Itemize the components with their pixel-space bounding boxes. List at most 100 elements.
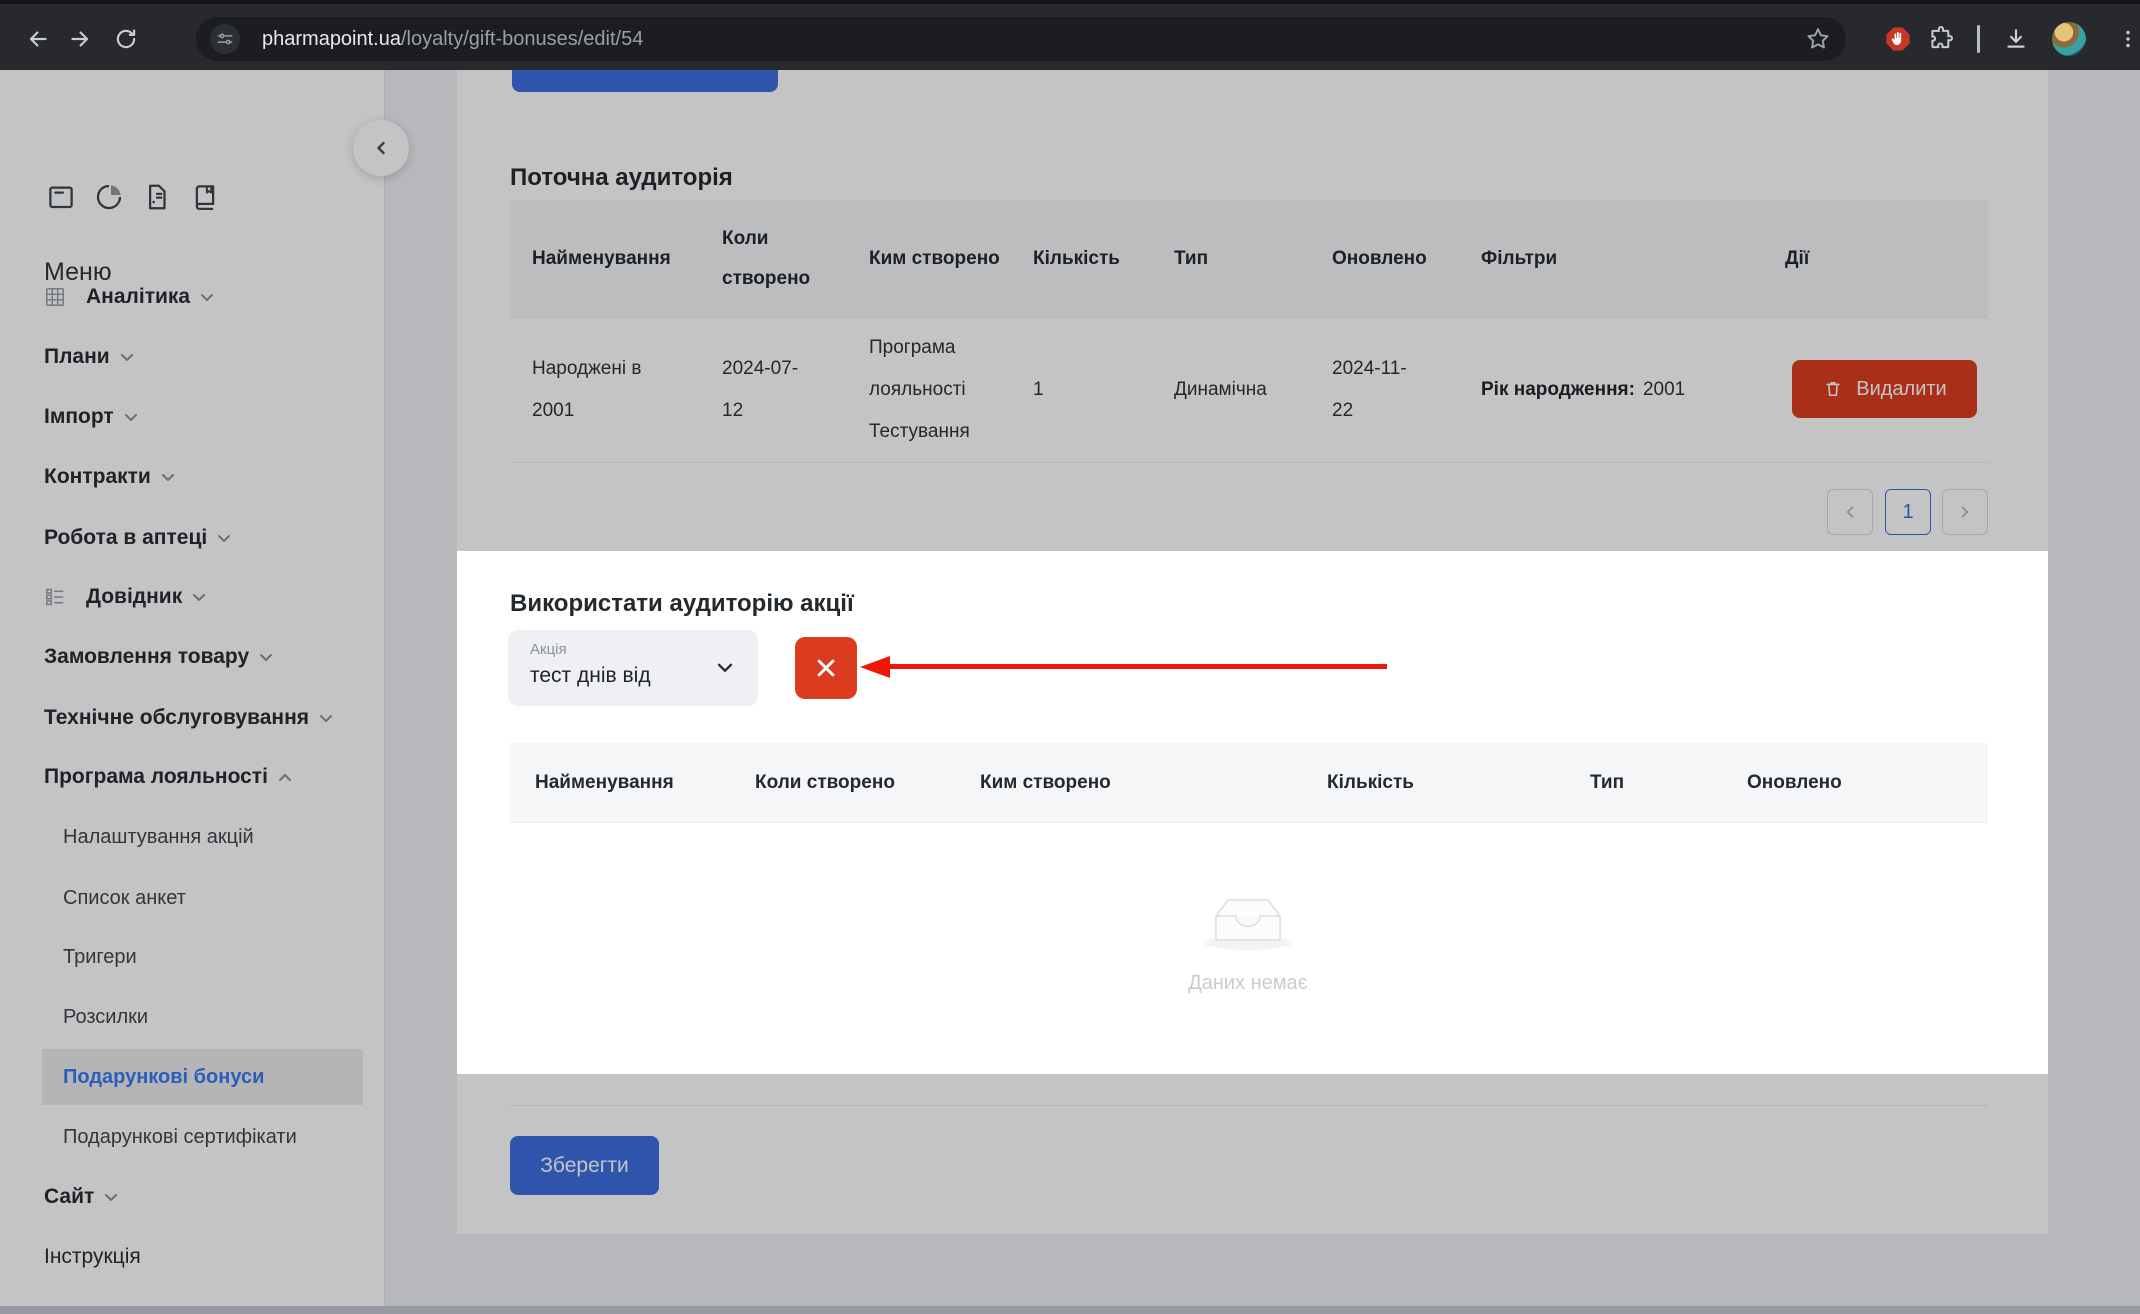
column-header: Коли створено	[700, 200, 847, 317]
filter-label: Рік народження:	[1481, 379, 1635, 400]
site-settings-icon[interactable]	[210, 24, 240, 54]
url-path: /loyalty/gift-bonuses/edit/54	[401, 28, 643, 50]
empty-box-icon	[1198, 886, 1298, 957]
chevron-down-icon	[319, 714, 333, 723]
sidebar-item[interactable]: Плани	[44, 329, 134, 385]
file-icon[interactable]	[142, 182, 172, 212]
current-audience-table-header: НайменуванняКоли створеноКим створеноКіл…	[510, 200, 1988, 318]
grid-icon	[44, 286, 66, 308]
sidebar-item-label: Тригери	[63, 946, 137, 969]
column-header: Найменування	[510, 200, 700, 317]
back-icon[interactable]	[20, 21, 56, 57]
sidebar-item[interactable]: Сайт	[44, 1169, 118, 1225]
sidebar-item-label: Плани	[44, 345, 110, 369]
sidebar-item-label: Аналітика	[86, 285, 190, 309]
pagination-prev-button[interactable]	[1827, 489, 1873, 535]
archive-icon[interactable]	[46, 182, 76, 212]
delete-button[interactable]: Видалити	[1792, 360, 1977, 418]
toolbar-separator	[1977, 25, 1980, 53]
table-cell: Програма лояльності Тестування	[847, 318, 1011, 462]
forward-icon[interactable]	[62, 21, 98, 57]
sidebar-item[interactable]: Програма лояльності	[44, 749, 292, 805]
sidebar-item-label: Програма лояльності	[44, 765, 268, 789]
adblock-icon[interactable]	[1884, 25, 1912, 53]
content-card: Поточна аудиторія НайменуванняКоли створ…	[457, 70, 2048, 1234]
chevron-down-icon	[217, 534, 231, 543]
sidebar-collapse-button[interactable]	[353, 120, 409, 176]
promo-select-value: тест днів від	[530, 664, 651, 688]
downloads-icon[interactable]	[2002, 25, 2030, 53]
sidebar-item[interactable]: Замовлення товару	[44, 629, 273, 685]
section-divider	[510, 1105, 1988, 1106]
sidebar-item-label: Налаштування акцій	[63, 826, 254, 849]
save-button[interactable]: Зберегти	[510, 1136, 659, 1195]
address-bar[interactable]: pharmapoint.ua/loyalty/gift-bonuses/edit…	[196, 17, 1846, 61]
sidebar-item[interactable]: Довідник	[44, 569, 206, 625]
chevron-down-icon	[120, 353, 134, 362]
extensions-icon[interactable]	[1926, 25, 1954, 53]
promo-select-label: Акція	[530, 641, 567, 658]
sidebar-item-label: Довідник	[86, 585, 182, 609]
sidebar-item[interactable]: Тригери	[63, 929, 137, 985]
sidebar-item[interactable]: Розсилки	[63, 989, 148, 1045]
url-text: pharmapoint.ua/loyalty/gift-bonuses/edit…	[262, 28, 643, 51]
column-header: Ким створено	[955, 743, 1302, 822]
sidebar-item[interactable]: Налаштування акцій	[63, 809, 254, 865]
sidebar-item[interactable]: Інструкція	[44, 1229, 141, 1285]
sidebar-item-label: Подарункові сертифікати	[63, 1126, 297, 1149]
filters-cell: Рік народження: 2001	[1459, 318, 1763, 462]
sidebar-item[interactable]: Аналітика	[44, 269, 214, 325]
column-header: Дії	[1763, 200, 1988, 317]
bookmark-star-icon[interactable]	[1804, 25, 1832, 53]
sidebar-quick-icons	[46, 182, 220, 212]
sidebar-item-label: Розсилки	[63, 1006, 148, 1029]
clear-selection-button[interactable]	[795, 637, 857, 699]
column-header: Оновлено	[1722, 743, 1988, 822]
chevron-down-icon	[200, 293, 214, 302]
column-header: Тип	[1565, 743, 1722, 822]
bottom-edge-strip	[0, 1306, 2140, 1314]
browser-menu-icon[interactable]	[2114, 25, 2140, 53]
table-row: Рік народження: 2001 Народжені в 2001 2024…	[510, 318, 1988, 463]
add-audience-button-partial[interactable]	[512, 70, 778, 92]
chevron-down-icon	[192, 593, 206, 602]
chevron-down-icon	[714, 657, 736, 679]
sidebar-item[interactable]: Подарункові сертифікати	[63, 1109, 297, 1165]
sidebar-item-label: Імпорт	[44, 405, 114, 429]
reload-icon[interactable]	[108, 21, 144, 57]
trash-icon	[1822, 378, 1844, 400]
pagination-page-1[interactable]: 1	[1885, 489, 1931, 535]
table-cell: Динамічна	[1152, 318, 1310, 462]
chevron-down-icon	[124, 413, 138, 422]
column-header: Оновлено	[1310, 200, 1459, 317]
sidebar-item-label: Технічне обслуговування	[44, 706, 309, 730]
table-cell: 2024-11-22	[1310, 318, 1459, 462]
pie-chart-icon[interactable]	[94, 182, 124, 212]
url-domain: pharmapoint.ua	[262, 28, 401, 50]
sidebar-item[interactable]: Контракти	[44, 449, 175, 505]
column-header: Тип	[1152, 200, 1310, 317]
list-icon	[44, 586, 66, 608]
sidebar-item-active[interactable]: Подарункові бонуси	[42, 1049, 363, 1105]
column-header: Найменування	[510, 743, 730, 822]
pagination-next-button[interactable]	[1942, 489, 1988, 535]
sidebar-item[interactable]: Імпорт	[44, 389, 138, 445]
profile-avatar[interactable]	[2052, 22, 2086, 56]
book-icon[interactable]	[190, 182, 220, 212]
table-cell: Народжені в 2001	[510, 318, 700, 462]
screen: pharmapoint.ua/loyalty/gift-bonuses/edit…	[0, 0, 2140, 1314]
filter-value: 2001	[1643, 379, 1685, 400]
sidebar-item[interactable]: Список анкет	[63, 870, 186, 926]
column-header: Коли створено	[730, 743, 955, 822]
annotation-arrow-line	[887, 664, 1387, 669]
promo-select[interactable]: Акція тест днів від	[508, 630, 758, 706]
sidebar-item-label: Подарункові бонуси	[63, 1066, 264, 1089]
sidebar: Меню АналітикаПланиІмпортКонтрактиРобота…	[0, 70, 385, 1314]
chevron-up-icon	[278, 773, 292, 782]
sidebar-item-label: Інструкція	[44, 1245, 141, 1269]
sidebar-item[interactable]: Технічне обслуговування	[44, 690, 333, 746]
sidebar-item[interactable]: Робота в аптеці	[44, 510, 231, 566]
empty-state-text: Даних немає	[1148, 972, 1348, 995]
delete-button-label: Видалити	[1856, 378, 1946, 401]
column-header: Фільтри	[1459, 200, 1763, 317]
